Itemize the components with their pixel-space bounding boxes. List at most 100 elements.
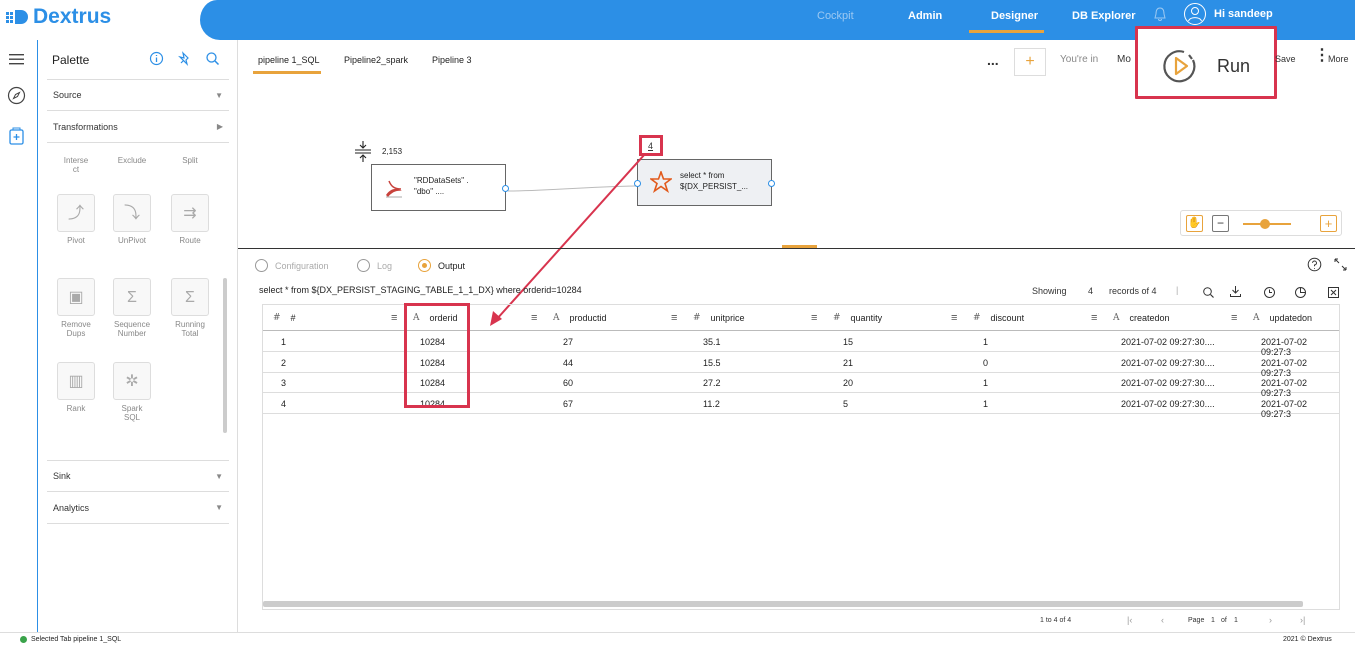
filter-icon[interactable]: ≡	[811, 312, 817, 324]
page-total: 1	[1234, 617, 1238, 624]
column-header-quantity[interactable]: # quantity ≡	[833, 305, 968, 330]
table-cell: 67	[563, 398, 574, 409]
pipeline-tab-bar: pipeline 1_SQL Pipeline2_spark Pipeline …	[238, 26, 1355, 99]
pin-icon[interactable]	[178, 51, 193, 66]
zoom-in-button[interactable]: +	[1320, 215, 1337, 232]
chevron-right-icon: ▶	[216, 122, 223, 131]
bell-icon[interactable]	[1153, 6, 1167, 22]
column-type-icon: A	[553, 312, 560, 323]
zoom-controls: ✋ − +	[1180, 210, 1342, 236]
grid-horizontal-scrollbar[interactable]	[263, 601, 1303, 607]
more-button[interactable]: More	[1328, 54, 1349, 64]
nav-cockpit[interactable]: Cockpit	[817, 10, 854, 22]
add-tab-button[interactable]: +	[1014, 48, 1046, 76]
nav-db-explorer[interactable]: DB Explorer	[1072, 10, 1136, 22]
filter-icon[interactable]: ≡	[531, 312, 537, 324]
filter-icon[interactable]: ≡	[951, 312, 957, 324]
next-page-button[interactable]: ›	[1269, 615, 1272, 625]
palette-search-icon[interactable]	[205, 51, 220, 66]
table-cell: 15.5	[703, 357, 721, 368]
palette-section-transformations[interactable]: Transformations ▶	[47, 111, 229, 143]
filter-icon[interactable]: ≡	[391, 312, 397, 324]
download-icon[interactable]	[1229, 285, 1242, 298]
zoom-out-button[interactable]: −	[1212, 215, 1229, 232]
chevron-down-icon: ▼	[215, 471, 223, 481]
filter-icon[interactable]: ≡	[1091, 312, 1097, 324]
table-cell: 2021-07-02 09:27:30....	[1121, 378, 1215, 388]
tab-pipeline2-spark[interactable]: Pipeline2_spark	[344, 55, 408, 65]
table-cell: 3	[281, 378, 287, 388]
page-number[interactable]: 1	[1211, 617, 1215, 624]
tool-rank[interactable]: ▥ Rank	[48, 362, 104, 413]
prev-page-button[interactable]: ‹	[1161, 615, 1164, 625]
zoom-slider[interactable]	[1243, 219, 1291, 229]
tool-split[interactable]: Split	[162, 156, 218, 165]
tool-sequence-number[interactable]: Σ Sequence Number	[104, 278, 160, 338]
app-logo[interactable]: Dextrus	[4, 5, 111, 29]
tool-unpivot[interactable]: ⤵ UnPivot	[104, 194, 160, 245]
info-icon[interactable]	[149, 51, 164, 66]
sigma-icon: Σ	[113, 278, 151, 316]
configuration-label: Configuration	[275, 260, 329, 271]
tab-output[interactable]: Output	[418, 259, 465, 272]
nav-admin[interactable]: Admin	[908, 10, 942, 22]
user-avatar-icon[interactable]	[1183, 2, 1207, 26]
table-cell: 2021-07-02 09:27:30....	[1121, 357, 1215, 368]
tool-label: Remove Dups	[61, 320, 91, 338]
more-tabs-button[interactable]: ...	[987, 52, 999, 68]
column-name: quantity	[850, 312, 883, 323]
tab-pipeline-1-sql[interactable]: pipeline 1_SQL	[258, 55, 320, 65]
pipeline-canvas[interactable]: 2,153 "RDDataSets" . "dbo" .... 4 select…	[238, 78, 1355, 326]
column-header-updatedon[interactable]: Aupdatedon	[1253, 305, 1339, 330]
tool-intersect[interactable]: Intersect	[48, 156, 104, 174]
palette-analytics-label: Analytics	[53, 502, 90, 513]
tool-running-total[interactable]: Σ Running Total	[162, 278, 218, 338]
table-cell: 60	[563, 378, 574, 388]
last-page-button[interactable]: ›|	[1300, 615, 1305, 625]
app-logo-text: Dextrus	[33, 5, 112, 28]
palette-sink-label: Sink	[53, 471, 71, 481]
pie-chart-icon[interactable]	[1294, 286, 1307, 299]
first-page-button[interactable]: |‹	[1127, 615, 1132, 625]
palette-section-analytics[interactable]: Analytics ▼	[47, 492, 229, 524]
palette-section-sink[interactable]: Sink ▼	[47, 460, 229, 492]
save-button[interactable]: Save	[1275, 54, 1296, 64]
compass-icon[interactable]	[7, 86, 26, 105]
tool-remove-dups[interactable]: ▣ Remove Dups	[48, 278, 104, 338]
tool-pivot[interactable]: ⤴ Pivot	[48, 194, 104, 245]
palette-title: Palette	[52, 53, 90, 67]
column-header-createdon[interactable]: Acreatedon ≡	[1113, 305, 1248, 330]
tab-log[interactable]: Log	[357, 259, 392, 272]
tab-configuration[interactable]: Configuration	[255, 259, 329, 272]
sql-output-port[interactable]	[768, 180, 775, 187]
close-grid-icon[interactable]	[1327, 286, 1340, 299]
sql-node-line1: select * from	[680, 171, 725, 180]
designer-add-icon[interactable]	[8, 126, 26, 146]
remove-dups-icon: ▣	[57, 278, 95, 316]
filter-icon[interactable]: ≡	[1231, 312, 1237, 324]
filter-icon[interactable]: ≡	[671, 312, 677, 324]
tool-route[interactable]: ⇉ Route	[162, 194, 218, 245]
palette-transformations-label: Transformations	[53, 121, 118, 132]
radio-selected-icon	[418, 259, 431, 272]
history-icon[interactable]	[1263, 286, 1276, 299]
nav-designer[interactable]: Designer	[991, 10, 1038, 22]
hamburger-menu-icon[interactable]	[8, 52, 25, 66]
zoom-slider-handle[interactable]	[1259, 219, 1270, 229]
palette-scrollbar[interactable]	[223, 278, 227, 433]
tool-exclude[interactable]: Exclude	[104, 156, 160, 165]
user-greeting[interactable]: Hi sandeep	[1214, 8, 1273, 20]
column-header-index[interactable]: # # ≡	[273, 305, 408, 330]
grid-search-icon[interactable]	[1202, 286, 1215, 299]
tab-pipeline-3[interactable]: Pipeline 3	[432, 55, 472, 65]
hand-pan-icon[interactable]: ✋	[1186, 215, 1203, 232]
column-header-productid[interactable]: Aproductid ≡	[553, 305, 688, 330]
mode-value[interactable]: Mo	[1117, 54, 1131, 65]
expand-icon[interactable]	[1333, 257, 1348, 272]
help-icon[interactable]	[1307, 257, 1322, 272]
tool-spark-sql[interactable]: ✲ Spark SQL	[104, 362, 160, 422]
spark-icon: ✲	[113, 362, 151, 400]
palette-section-source[interactable]: Source ▼	[47, 79, 229, 111]
column-header-unitprice[interactable]: # unitprice ≡	[693, 305, 828, 330]
column-header-discount[interactable]: # discount ≡	[973, 305, 1108, 330]
